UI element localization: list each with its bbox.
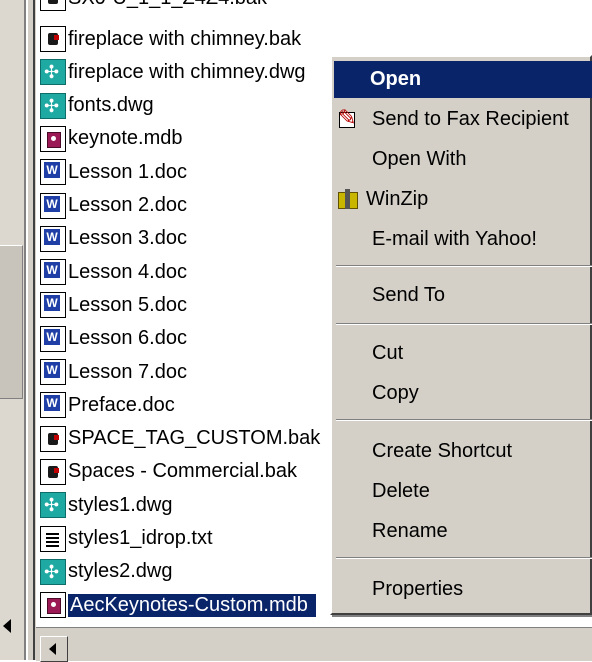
menu-item-label: Open (370, 68, 422, 90)
bak-file-icon (40, 0, 66, 11)
file-name: Lesson 3.doc (68, 227, 187, 250)
menu-item-rename[interactable]: Rename (336, 513, 592, 550)
menu-item-label: Open With (372, 148, 467, 170)
bak-file-icon (40, 458, 66, 485)
file-item[interactable]: Lesson 7.doc (40, 354, 187, 390)
file-name: SPACE_TAG_CUSTOM.bak (68, 427, 321, 450)
file-name: fireplace with chimney.bak (68, 27, 302, 50)
menu-item-label: Delete (372, 480, 430, 502)
file-name: keynote.mdb (68, 127, 183, 150)
file-item[interactable]: Spaces - Commercial.bak (40, 454, 297, 490)
file-name: styles1.dwg (68, 493, 173, 516)
file-item[interactable]: Lesson 1.doc (40, 154, 187, 190)
menu-separator (336, 323, 592, 325)
doc-file-icon (40, 292, 66, 319)
file-item[interactable]: styles1.dwg (40, 487, 173, 523)
file-item[interactable]: Preface.doc (40, 387, 175, 423)
pane-border (33, 0, 35, 660)
vertical-scrollbar[interactable] (0, 0, 36, 660)
file-name: Lesson 6.doc (68, 327, 187, 350)
pane-divider-highlight (26, 0, 28, 660)
menu-item-copy[interactable]: Copy (336, 375, 592, 412)
file-item[interactable]: keynote.mdb (40, 121, 183, 157)
doc-file-icon (40, 225, 66, 252)
bak-file-icon (40, 26, 66, 52)
scroll-left-arrow-icon[interactable] (3, 619, 11, 633)
menu-item-label: Properties (372, 578, 464, 600)
menu-item-open-with[interactable]: Open With (336, 141, 592, 178)
file-name: styles1_idrop.txt (68, 527, 213, 549)
menu-item-create-shortcut[interactable]: Create Shortcut (336, 433, 592, 470)
file-item[interactable]: fireplace with chimney.dwg (40, 54, 306, 90)
file-name: Preface.doc (68, 393, 175, 416)
file-item[interactable]: SX0-U_1_1_Z4Z4.bak (40, 0, 267, 16)
menu-item-label: Send to Fax Recipient (372, 108, 569, 130)
file-item[interactable]: fireplace with chimney.bak (40, 21, 301, 57)
doc-file-icon (40, 325, 66, 352)
dwg-file-icon (40, 59, 66, 86)
menu-item-label: Cut (372, 342, 404, 364)
menu-item-cut[interactable]: Cut (336, 335, 592, 372)
horizontal-scrollbar[interactable] (36, 627, 592, 662)
dwg-file-icon (40, 92, 66, 119)
menu-item-label: Create Shortcut (372, 440, 513, 462)
file-item[interactable]: Lesson 6.doc (40, 321, 187, 357)
file-name: AecKeynotes-Custom.mdb (68, 593, 316, 617)
dwg-file-icon (40, 492, 66, 519)
file-name: Lesson 2.doc (68, 194, 187, 216)
winzip-icon (336, 187, 360, 211)
menu-item-open[interactable]: Open (334, 61, 592, 98)
fax-icon (336, 105, 360, 131)
file-item[interactable]: fonts.dwg (40, 88, 154, 124)
menu-separator (336, 557, 592, 559)
mdb-file-icon (40, 125, 66, 152)
file-name: Lesson 5.doc (68, 293, 187, 316)
file-item[interactable]: Lesson 2.doc (40, 188, 187, 224)
menu-item-send-to[interactable]: Send To (336, 277, 592, 314)
file-name: Lesson 1.doc (68, 160, 187, 183)
file-name: fonts.dwg (68, 94, 154, 117)
file-name: Lesson 4.doc (68, 260, 187, 283)
menu-item-label: Copy (372, 382, 419, 404)
file-item[interactable]: Lesson 4.doc (40, 254, 187, 290)
scroll-left-button[interactable] (40, 636, 68, 662)
file-name: SX0-U_1_1_Z4Z4.bak (68, 0, 267, 10)
menu-item-label: Send To (372, 284, 446, 306)
file-item[interactable]: SPACE_TAG_CUSTOM.bak (40, 421, 320, 457)
dwg-file-icon (40, 558, 66, 585)
doc-file-icon (40, 192, 66, 219)
file-item[interactable]: styles2.dwg (40, 554, 173, 590)
menu-item-label: Rename (372, 520, 448, 542)
menu-item-winzip[interactable]: WinZip (336, 181, 592, 218)
file-item[interactable]: Lesson 3.doc (40, 221, 187, 257)
mdb-file-icon (40, 592, 66, 619)
file-item[interactable]: Lesson 5.doc (40, 287, 187, 323)
doc-file-icon (40, 259, 66, 286)
file-name: Spaces - Commercial.bak (68, 460, 297, 483)
menu-item-label: E-mail with Yahoo! (372, 228, 537, 250)
menu-separator (336, 419, 592, 421)
file-name: fireplace with chimney.dwg (68, 60, 306, 83)
file-name: styles2.dwg (68, 560, 173, 583)
doc-file-icon (40, 159, 66, 186)
menu-item-label: WinZip (366, 188, 429, 210)
menu-item-delete[interactable]: Delete (336, 473, 592, 510)
bak-file-icon (40, 425, 66, 452)
menu-item-email-yahoo[interactable]: E-mail with Yahoo! (336, 221, 592, 258)
menu-item-properties[interactable]: Properties (336, 571, 592, 608)
file-name: Lesson 7.doc (68, 360, 187, 383)
menu-item-send-to-fax[interactable]: Send to Fax Recipient (336, 101, 592, 138)
file-item[interactable]: styles1_idrop.txt (40, 521, 213, 557)
menu-separator (336, 265, 592, 267)
context-menu: Open Send to Fax Recipient Open With Win… (330, 55, 592, 615)
file-item[interactable]: AecKeynotes-Custom.mdb (40, 587, 316, 623)
scrollbar-thumb[interactable] (0, 245, 23, 399)
doc-file-icon (40, 359, 66, 385)
txt-file-icon (40, 525, 66, 552)
doc-file-icon (40, 392, 66, 419)
